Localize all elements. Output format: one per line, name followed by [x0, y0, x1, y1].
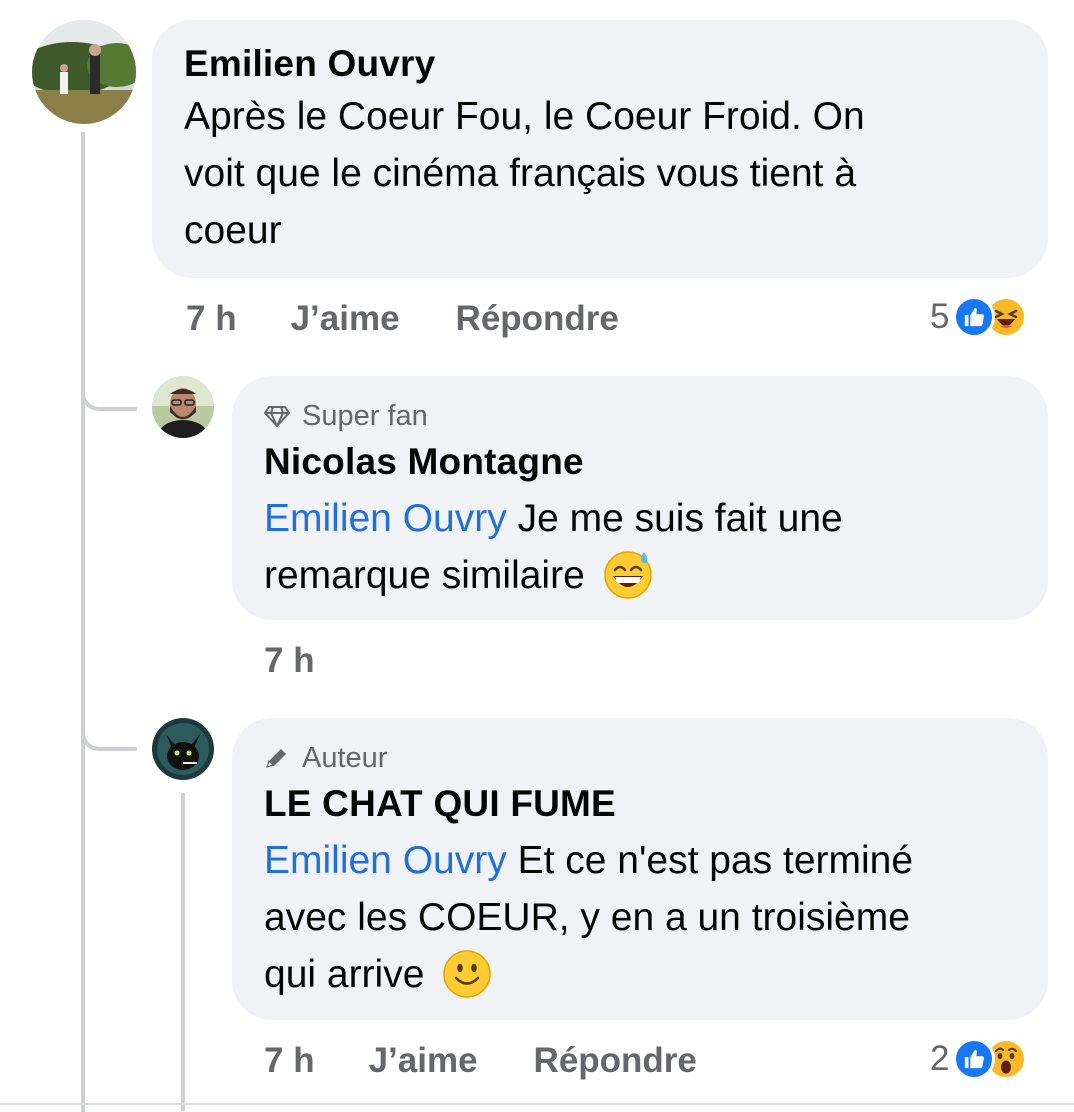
comment-text-line: coeur: [184, 209, 282, 252]
comment-author[interactable]: Emilien Ouvry: [184, 42, 1016, 86]
author-badge: Auteur: [264, 740, 1016, 776]
diamond-icon: [264, 406, 290, 427]
thread-line-main: [81, 132, 85, 1112]
comment-text-line: Après le Coeur Fou, le Coeur Froid. On: [184, 95, 865, 138]
thread-line-reply-2: [181, 793, 185, 1111]
reply-bubble-nicolas: Super fan Nicolas Montagne Emilien Ouvry…: [232, 376, 1048, 620]
mention-link[interactable]: Emilien Ouvry: [264, 839, 507, 882]
grinning-sweat-emoji: [603, 550, 652, 599]
reply-author[interactable]: LE CHAT QUI FUME: [264, 782, 1016, 826]
reply-text-part: remarque similaire: [264, 554, 585, 597]
reaction-summary[interactable]: 2: [930, 1036, 1028, 1082]
reaction-count: 5: [930, 297, 950, 336]
reply-timestamp[interactable]: 7 h: [264, 641, 315, 681]
reply-bubble-le-chat-qui-fume: Auteur LE CHAT QUI FUME Emilien Ouvry Et…: [232, 718, 1048, 1020]
reply-button[interactable]: Répondre: [534, 1041, 697, 1081]
reply-actions: 7 h: [264, 638, 315, 684]
comment-text: Après le Coeur Fou, le Coeur Froid. On v…: [184, 88, 1016, 259]
comment-bubble-emilien: Emilien Ouvry Après le Coeur Fou, le Coe…: [152, 20, 1048, 278]
mention-link[interactable]: Emilien Ouvry: [264, 497, 507, 540]
badge-label: Auteur: [302, 741, 388, 774]
comment-actions: 7 h J’aime Répondre: [186, 296, 619, 342]
avatar-le-chat-qui-fume[interactable]: [152, 718, 214, 780]
avatar-photo: [152, 376, 214, 438]
reply-text-part: avec les COEUR, y en a un troisième: [264, 896, 910, 939]
badge-label: Super fan: [302, 399, 428, 432]
reply-button[interactable]: Répondre: [456, 299, 619, 339]
reply-text-part: qui arrive: [264, 953, 425, 996]
bottom-divider: [0, 1103, 1074, 1105]
avatar-photo: [152, 718, 214, 780]
reaction-count: 2: [930, 1039, 950, 1078]
reply-actions: 7 h J’aime Répondre: [264, 1038, 697, 1084]
smiling-face-emoji: [443, 949, 491, 998]
thread-connector-reply-1: [81, 365, 137, 411]
avatar-emilien-ouvry[interactable]: [32, 20, 136, 124]
reply-text: Emilien Ouvry Et ce n'est pas terminé av…: [264, 832, 1016, 1003]
reaction-summary[interactable]: 5: [930, 294, 1028, 340]
super-fan-badge: Super fan: [264, 398, 1016, 434]
reply-timestamp[interactable]: 7 h: [264, 1041, 315, 1081]
reply-text-part: Et ce n'est pas terminé: [506, 839, 914, 882]
comment-timestamp[interactable]: 7 h: [186, 299, 237, 339]
reply-author[interactable]: Nicolas Montagne: [264, 440, 1016, 484]
like-button[interactable]: J’aime: [291, 299, 400, 339]
reply-text: Emilien Ouvry Je me suis fait une remarq…: [264, 490, 1016, 604]
pencil-icon: [266, 749, 286, 768]
reply-text-part: Je me suis fait une: [506, 497, 843, 540]
like-button[interactable]: J’aime: [369, 1041, 478, 1081]
comment-text-line: voit que le cinéma français vous tient à: [184, 152, 857, 195]
avatar-photo: [32, 20, 136, 124]
avatar-nicolas-montagne[interactable]: [152, 376, 214, 438]
thread-connector-reply-2: [81, 705, 137, 751]
